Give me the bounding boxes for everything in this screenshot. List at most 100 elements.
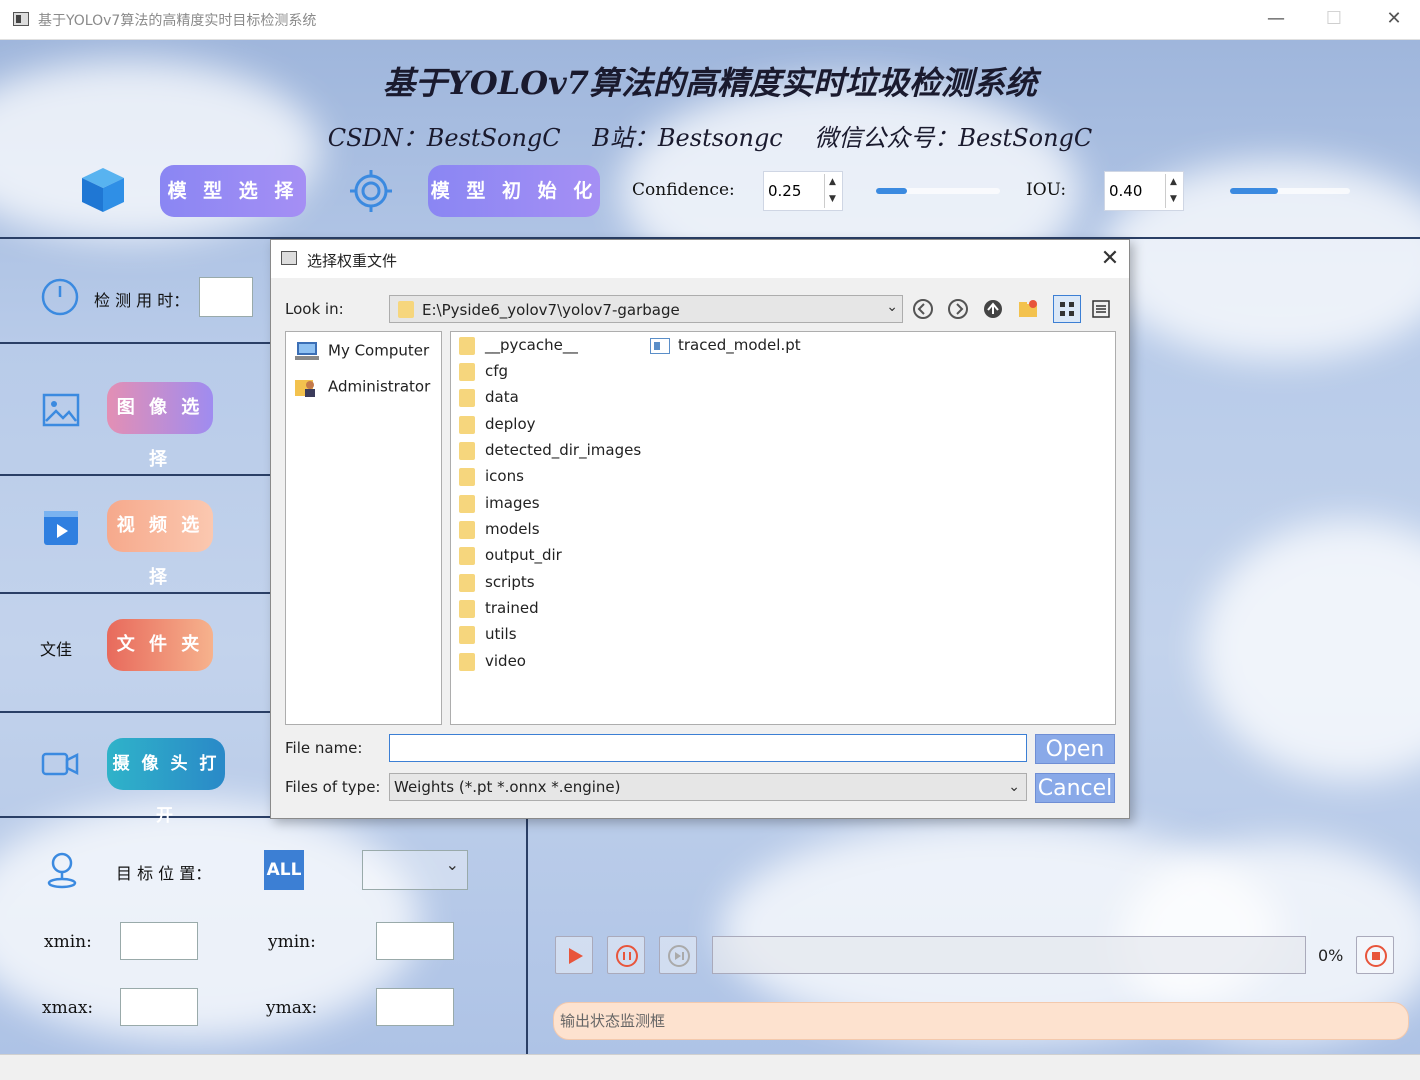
folder-item[interactable]: video <box>459 652 526 676</box>
divider <box>0 592 270 594</box>
window-titlebar: 基于YOLOv7算法的高精度实时目标检测系统 — ☐ ✕ <box>0 0 1420 40</box>
dialog-titlebar: 选择权重文件 ✕ <box>271 240 1129 278</box>
play-button[interactable] <box>555 936 593 974</box>
open-button[interactable]: Open <box>1035 734 1115 764</box>
folder-item[interactable]: trained <box>459 599 539 623</box>
model-select-button[interactable]: 模 型 选 择 <box>160 165 306 217</box>
folder-item[interactable]: __pycache__ <box>459 336 578 360</box>
cancel-button[interactable]: Cancel <box>1035 773 1115 803</box>
minimize-button[interactable]: — <box>1248 0 1304 40</box>
list-view-button[interactable] <box>1053 295 1081 323</box>
ymin-field <box>376 922 454 960</box>
divider <box>0 342 270 344</box>
confidence-spinbox[interactable]: 0.25 ▲ ▼ <box>763 171 843 211</box>
target-select[interactable] <box>362 850 468 890</box>
detect-time-field <box>199 277 253 317</box>
location-person-icon <box>47 852 77 889</box>
up-folder-button[interactable] <box>979 295 1007 323</box>
iou-spinbox[interactable]: 0.40 ▲ ▼ <box>1104 171 1184 211</box>
spin-down-icon[interactable]: ▼ <box>1166 191 1181 208</box>
back-button[interactable] <box>909 295 937 323</box>
detail-view-button[interactable] <box>1087 295 1115 323</box>
next-frame-button[interactable] <box>659 936 697 974</box>
next-frame-icon <box>668 945 690 967</box>
confidence-slider-fill <box>876 188 907 194</box>
folder-name: icons <box>485 467 524 485</box>
folder-item[interactable]: scripts <box>459 573 535 597</box>
spin-up-icon[interactable]: ▲ <box>1166 174 1181 191</box>
app-icon <box>13 12 29 26</box>
folder-item[interactable]: utils <box>459 625 517 649</box>
pause-button[interactable] <box>607 936 645 974</box>
files-of-type-combo[interactable]: Weights (*.pt *.onnx *.engine) ⌄ <box>389 773 1027 801</box>
folder-name: cfg <box>485 362 509 380</box>
all-button[interactable]: ALL <box>264 850 304 890</box>
folder-name: output_dir <box>485 546 562 564</box>
folder-item[interactable]: deploy <box>459 415 536 439</box>
spin-down-icon[interactable]: ▼ <box>825 191 840 208</box>
folder-item[interactable]: images <box>459 494 540 518</box>
folder-name: trained <box>485 599 539 617</box>
look-in-combo[interactable]: E:\Pyside6_yolov7\yolov7-garbage ⌄ <box>389 295 903 323</box>
maximize-button[interactable]: ☐ <box>1306 0 1362 40</box>
iou-slider-fill <box>1230 188 1278 194</box>
folder-name: deploy <box>485 415 536 433</box>
iou-label: IOU: <box>1026 180 1067 200</box>
folder-item[interactable]: output_dir <box>459 546 562 570</box>
image-icon <box>42 393 80 427</box>
spin-up-icon[interactable]: ▲ <box>825 174 840 191</box>
folder-icon <box>459 652 475 671</box>
confidence-slider[interactable] <box>876 188 1000 194</box>
camera-open-button[interactable]: 摄 像 头 打 开 <box>107 738 225 826</box>
folder-icon <box>459 467 475 486</box>
divider <box>0 816 270 818</box>
place-administrator[interactable]: Administrator <box>294 376 430 402</box>
stop-button[interactable] <box>1356 936 1394 974</box>
iou-slider[interactable] <box>1230 188 1350 194</box>
video-select-button[interactable]: 视 频 选 择 <box>107 500 213 588</box>
folder-item[interactable]: detected_dir_images <box>459 441 641 465</box>
look-in-path: E:\Pyside6_yolov7\yolov7-garbage <box>422 301 680 319</box>
close-window-button[interactable]: ✕ <box>1366 0 1420 40</box>
ymax-field <box>376 988 454 1026</box>
pause-icon <box>616 945 638 967</box>
dialog-close-button[interactable]: ✕ <box>1095 244 1125 274</box>
forward-button[interactable] <box>944 295 972 323</box>
file-name: traced_model.pt <box>678 336 801 354</box>
list-view-icon <box>1060 302 1074 316</box>
bilibili-text: B站：Bestsongc <box>592 124 783 152</box>
dialog-title: 选择权重文件 <box>307 252 398 270</box>
folder-name: video <box>485 652 526 670</box>
new-folder-button[interactable] <box>1014 295 1042 323</box>
video-progress-bar[interactable] <box>712 936 1306 974</box>
up-icon <box>984 300 1002 318</box>
look-in-label: Look in: <box>285 300 344 318</box>
video-file-icon <box>44 511 78 545</box>
play-icon <box>569 948 583 964</box>
iou-value: 0.40 <box>1109 182 1143 200</box>
folder-icon <box>459 336 475 355</box>
camera-icon <box>41 752 79 776</box>
chevron-down-icon: ⌄ <box>1008 779 1020 795</box>
target-position-label: 目 标 位 置： <box>116 864 212 883</box>
folder-button[interactable]: 文 件 夹 <box>107 619 213 671</box>
app-header-subtitle: CSDN：BestSongC B站：Bestsongc 微信公众号：BestSo… <box>0 118 1420 153</box>
image-select-button[interactable]: 图 像 选 择 <box>107 382 213 470</box>
folder-item[interactable]: cfg <box>459 362 508 386</box>
folder-icon <box>459 415 475 434</box>
app-header-title: 基于YOLOv7算法的高精度实时垃圾检测系统 <box>383 64 1037 102</box>
csdn-text: CSDN：BestSongC <box>327 124 561 152</box>
folder-icon <box>459 388 475 407</box>
model-init-button[interactable]: 模 型 初 始 化 <box>428 165 600 217</box>
file-name-input[interactable] <box>389 734 1027 762</box>
status-output-box: 输出状态监测框 <box>553 1002 1409 1040</box>
forward-icon <box>948 299 968 319</box>
folder-item[interactable]: icons <box>459 467 524 491</box>
weight-file-item[interactable]: traced_model.pt <box>650 336 801 360</box>
window-title: 基于YOLOv7算法的高精度实时目标检测系统 <box>38 13 317 29</box>
folder-item[interactable]: data <box>459 388 519 412</box>
folder-icon <box>459 520 475 539</box>
place-my-computer[interactable]: My Computer <box>294 340 429 366</box>
place-label: Administrator <box>328 377 431 396</box>
folder-item[interactable]: models <box>459 520 540 544</box>
